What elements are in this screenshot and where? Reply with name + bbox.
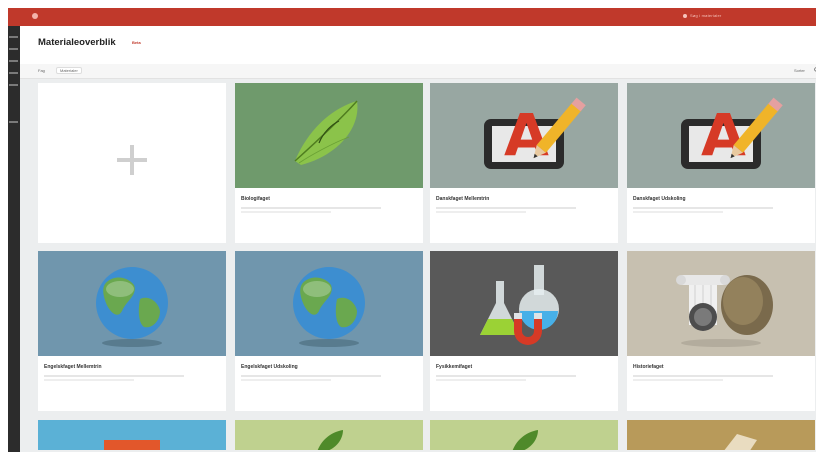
card-title: Danskfaget Udskoling	[633, 196, 686, 202]
subject-card[interactable]	[627, 420, 815, 450]
sidebar-item-6[interactable]	[9, 121, 18, 123]
card-description-line	[436, 375, 576, 377]
menu-icon[interactable]	[32, 13, 38, 19]
subject-card[interactable]: Biologifaget	[235, 83, 423, 243]
card-description-line	[633, 207, 773, 209]
subject-card[interactable]: Engelskfaget Mellemtrin	[38, 251, 226, 411]
page-header: Materialeoverblik Beta	[20, 26, 816, 64]
card-image	[235, 251, 423, 356]
add-material-card[interactable]	[38, 83, 226, 243]
subject-card[interactable]	[430, 420, 618, 450]
card-description-line	[633, 211, 723, 213]
subject-card[interactable]: Engelskfaget Udskoling	[235, 251, 423, 411]
leaf-icon	[294, 100, 358, 165]
toolbar: Fag Materialer Sorter	[20, 64, 816, 79]
subject-card[interactable]: Historiefaget	[627, 251, 815, 411]
card-image-shape	[104, 440, 160, 450]
card-description-line	[44, 375, 184, 377]
sidebar-item-5[interactable]	[9, 84, 18, 86]
leaf-icon	[317, 430, 343, 450]
global-search-text: Søg i materialer	[690, 13, 722, 18]
svg-text:A: A	[504, 101, 549, 169]
card-description-line	[436, 207, 576, 209]
subject-card[interactable]	[38, 420, 226, 450]
card-description-line	[241, 379, 331, 381]
card-image	[430, 251, 618, 356]
subject-card[interactable]: Fysikkemifaget	[430, 251, 618, 411]
card-description-line	[436, 379, 526, 381]
card-description-line	[633, 379, 723, 381]
subject-card[interactable]: A Danskfaget Mellemtrin	[430, 83, 618, 243]
card-description-line	[436, 211, 526, 213]
card-description-line	[633, 375, 773, 377]
subject-card[interactable]: A Danskfaget Udskoling	[627, 83, 815, 243]
flasks-magnet-icon	[480, 265, 559, 345]
leaf-icon	[512, 430, 538, 450]
globe-icon	[293, 267, 365, 347]
card-image: A	[627, 83, 815, 188]
card-image	[38, 251, 226, 356]
card-description-line	[241, 375, 381, 377]
subject-card[interactable]	[235, 420, 423, 450]
svg-text:A: A	[701, 101, 746, 169]
search-icon	[683, 13, 687, 18]
card-description-line	[241, 211, 331, 213]
letter-a-pencil-icon: A	[484, 97, 586, 169]
page-title: Materialeoverblik	[38, 37, 116, 48]
card-description-line	[241, 207, 381, 209]
breadcrumb-fag[interactable]: Fag	[38, 68, 45, 73]
sidebar	[8, 26, 20, 452]
sidebar-item-2[interactable]	[9, 48, 18, 50]
card-image: A	[430, 83, 618, 188]
card-title: Danskfaget Mellemtrin	[436, 196, 490, 202]
card-image	[235, 83, 423, 188]
column-shield-icon	[676, 275, 773, 347]
paper-icon	[724, 434, 757, 450]
card-image	[627, 251, 815, 356]
breadcrumb-materialer[interactable]: Materialer	[56, 67, 82, 74]
card-title: Fysikkemifaget	[436, 364, 473, 370]
top-bar: Søg i materialer	[8, 8, 816, 26]
beta-badge: Beta	[132, 40, 141, 45]
app-frame: Søg i materialer Materialeoverblik Beta …	[8, 8, 816, 452]
card-title: Biologifaget	[241, 196, 270, 202]
card-title: Engelskfaget Mellemtrin	[44, 364, 102, 370]
globe-icon	[96, 267, 168, 347]
letter-a-pencil-icon: A	[681, 97, 783, 169]
sidebar-item-3[interactable]	[9, 60, 18, 62]
sidebar-item-1[interactable]	[9, 36, 18, 38]
plus-icon	[117, 145, 147, 175]
card-title: Historiefaget	[633, 364, 664, 370]
sort-button[interactable]: Sorter	[794, 68, 805, 73]
global-search[interactable]: Søg i materialer	[683, 13, 721, 18]
sidebar-item-4[interactable]	[9, 72, 18, 74]
card-title: Engelskfaget Udskoling	[241, 364, 298, 370]
card-description-line	[44, 379, 134, 381]
